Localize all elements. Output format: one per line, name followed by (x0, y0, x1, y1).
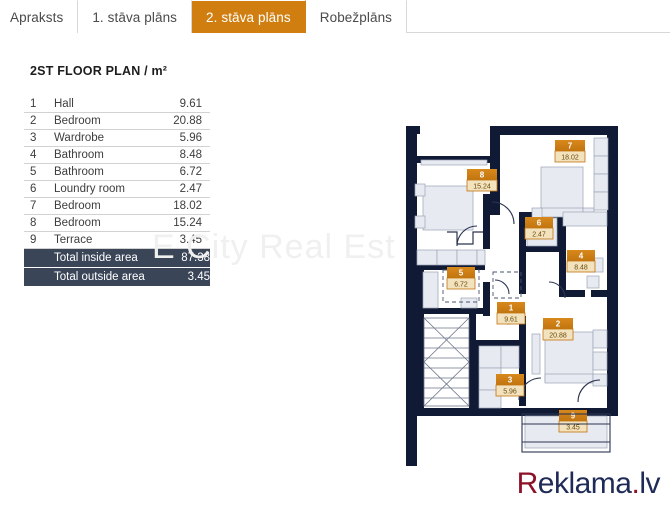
logo-r: R (516, 467, 539, 500)
total-outside-row: Total outside area 3.45 (24, 267, 210, 287)
badge-value: 2.47 (532, 232, 546, 239)
badge-value: 8.48 (574, 265, 588, 272)
logo-text: eklama (537, 467, 632, 500)
tab-label: 1. stāva plāns (92, 9, 178, 25)
page-title: 2ST FLOOR PLAN / m² (30, 64, 168, 78)
reklama-logo[interactable]: Reklama.lv (516, 467, 661, 501)
room-badge-8: 8 15.24 (466, 169, 498, 192)
room-area: 15.24 (173, 217, 202, 229)
total-label: Total inside area (54, 252, 138, 264)
table-row: 5 Bathroom 6.72 (24, 164, 210, 181)
badge-number: 9 (571, 412, 576, 421)
floorplan-drawing: 1 9.61 2 20.88 3 5.96 4 8.48 5 6.72 6 2.… (395, 112, 635, 467)
room-number: 2 (30, 115, 37, 127)
total-value: 87.38 (181, 252, 210, 264)
badge-number: 1 (509, 304, 514, 313)
tab-bar: Apraksts 1. stāva plāns 2. stāva plāns R… (0, 0, 670, 33)
room-number: 5 (30, 166, 37, 178)
room-number: 4 (30, 149, 37, 161)
room-number: 7 (30, 200, 37, 212)
total-spacer (24, 249, 46, 268)
badge-number: 3 (508, 376, 513, 385)
room-name: Hall (54, 98, 74, 110)
badge-number: 5 (459, 269, 464, 278)
room-badge-4: 4 8.48 (566, 250, 596, 273)
room-legend-body: 1 Hall 9.61 2 Bedroom 20.88 3 Wardrobe 5… (24, 96, 210, 286)
table-row: 7 Bedroom 18.02 (24, 198, 210, 215)
table-row: 2 Bedroom 20.88 (24, 113, 210, 130)
room-number: 6 (30, 183, 37, 195)
room-area: 18.02 (173, 200, 202, 212)
badge-value: 5.96 (503, 389, 517, 396)
badge-value: 15.24 (473, 184, 491, 191)
room-number: 8 (30, 217, 37, 229)
tab-1-stava-plans[interactable]: 1. stāva plāns (78, 0, 193, 33)
table-row: 6 Loundry room 2.47 (24, 181, 210, 198)
room-badge-7: 7 18.02 (554, 140, 586, 163)
tab-2-stava-plans[interactable]: 2. stāva plāns (192, 0, 306, 33)
badge-number: 6 (537, 219, 542, 228)
tab-label: 2. stāva plāns (206, 9, 291, 25)
room-area: 3.45 (179, 234, 202, 246)
table-row: 4 Bathroom 8.48 (24, 147, 210, 164)
room-name: Bathroom (54, 166, 104, 178)
room-name: Bathroom (54, 149, 104, 161)
tab-label: Apraksts (10, 9, 64, 25)
badge-value: 18.02 (561, 155, 579, 162)
badge-value: 6.72 (454, 282, 468, 289)
total-label: Total outside area (54, 271, 145, 283)
table-row: 3 Wardrobe 5.96 (24, 130, 210, 147)
room-badge-9: 9 3.45 (558, 410, 588, 433)
table-row: 8 Bedroom 15.24 (24, 215, 210, 232)
table-row: 1 Hall 9.61 (24, 96, 210, 113)
badge-number: 7 (568, 142, 573, 151)
tab-label: Robežplāns (319, 9, 393, 25)
tab-apraksts[interactable]: Apraksts (0, 0, 79, 33)
room-area: 6.72 (179, 166, 202, 178)
room-number: 3 (30, 132, 37, 144)
room-area: 2.47 (179, 183, 202, 195)
room-number: 1 (30, 98, 37, 110)
room-legend-table: 1 Hall 9.61 2 Bedroom 20.88 3 Wardrobe 5… (24, 96, 210, 286)
room-area: 9.61 (179, 98, 202, 110)
total-spacer (24, 268, 46, 287)
badge-number: 4 (579, 252, 584, 261)
badge-value: 9.61 (504, 317, 518, 324)
room-badge-1: 1 9.61 (496, 302, 526, 325)
room-badge-6: 6 2.47 (524, 217, 554, 240)
room-name: Terrace (54, 234, 93, 246)
badge-number: 8 (480, 171, 485, 180)
badge-value: 20.88 (549, 333, 567, 340)
total-value: 3.45 (187, 271, 210, 283)
room-name: Bedroom (54, 200, 101, 212)
tab-robezplans[interactable]: Robežplāns (305, 0, 408, 33)
badge-number: 2 (556, 320, 561, 329)
room-name: Loundry room (54, 183, 125, 195)
room-badge-5: 5 6.72 (446, 267, 476, 290)
room-name: Bedroom (54, 217, 101, 229)
room-number: 9 (30, 234, 37, 246)
table-row: 9 Terrace 3.45 (24, 232, 210, 249)
room-badge-2: 2 20.88 (542, 318, 574, 341)
room-area: 5.96 (179, 132, 202, 144)
badge-value: 3.45 (566, 425, 580, 432)
room-area: 8.48 (179, 149, 202, 161)
room-badge-3: 3 5.96 (495, 374, 525, 397)
room-name: Bedroom (54, 115, 101, 127)
total-inside-row: Total inside area 87.38 (24, 248, 210, 268)
room-name: Wardrobe (54, 132, 105, 144)
room-area: 20.88 (173, 115, 202, 127)
page-root: Apraksts 1. stāva plāns 2. stāva plāns R… (0, 0, 670, 515)
logo-tld: lv (639, 467, 660, 500)
